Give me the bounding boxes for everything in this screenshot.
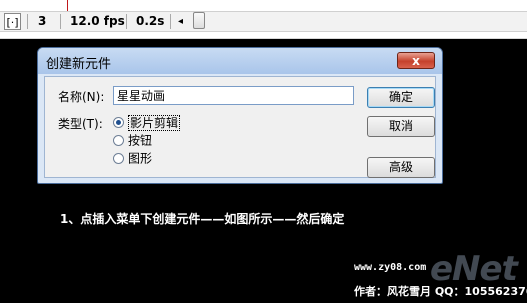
divider <box>60 14 61 29</box>
author-credit: 作者：风花雪月 QQ：1055623761 <box>354 285 527 298</box>
advanced-button[interactable]: 高级 <box>367 157 435 178</box>
symbol-name-input[interactable] <box>113 86 354 105</box>
current-frame: 3 <box>38 14 47 28</box>
scrollbar-thumb[interactable] <box>193 12 205 29</box>
site-url: www.zy08.com <box>354 262 427 273</box>
radio-selected-icon[interactable] <box>113 117 124 128</box>
instruction-text: 1、点插入菜单下创建元件——如图所示——然后确定 <box>60 212 345 226</box>
timeline-bar: [·] 3 12.0 fps 0.2s ◂ <box>0 0 527 39</box>
ok-button[interactable]: 确定 <box>367 87 435 108</box>
onion-skin-icon[interactable]: [·] <box>4 13 21 30</box>
dialog-title: 创建新元件 <box>46 57 112 72</box>
radio-graphic[interactable]: 图形 <box>113 150 152 166</box>
frame-rate[interactable]: 12.0 fps <box>70 13 125 30</box>
close-button[interactable]: x <box>397 52 435 69</box>
dialog-body: 名称(N): 类型(T): 影片剪辑 按钮 图形 确定 取消 高级 <box>44 76 436 178</box>
divider <box>27 14 28 29</box>
radio-unselected-icon[interactable] <box>113 135 124 146</box>
playhead[interactable] <box>67 0 68 11</box>
divider <box>126 14 127 29</box>
radio-movie-clip[interactable]: 影片剪辑 <box>113 114 181 131</box>
divider <box>170 14 171 29</box>
timeline-status-row: [·] 3 12.0 fps 0.2s ◂ <box>0 11 527 32</box>
radio-label: 图形 <box>128 151 153 166</box>
type-label: 类型(T): <box>58 117 103 131</box>
name-label: 名称(N): <box>58 90 105 104</box>
radio-label: 影片剪辑 <box>128 114 181 131</box>
cancel-button[interactable]: 取消 <box>367 116 435 137</box>
dialog-titlebar[interactable]: 创建新元件 x <box>38 48 442 74</box>
radio-label: 按钮 <box>128 133 153 148</box>
radio-unselected-icon[interactable] <box>113 153 124 164</box>
create-symbol-dialog: 创建新元件 x 名称(N): 类型(T): 影片剪辑 按钮 图形 确定 取消 高… <box>37 47 443 184</box>
scroll-left-icon[interactable]: ◂ <box>178 13 183 30</box>
elapsed-time: 0.2s <box>136 14 165 28</box>
radio-button[interactable]: 按钮 <box>113 132 152 148</box>
